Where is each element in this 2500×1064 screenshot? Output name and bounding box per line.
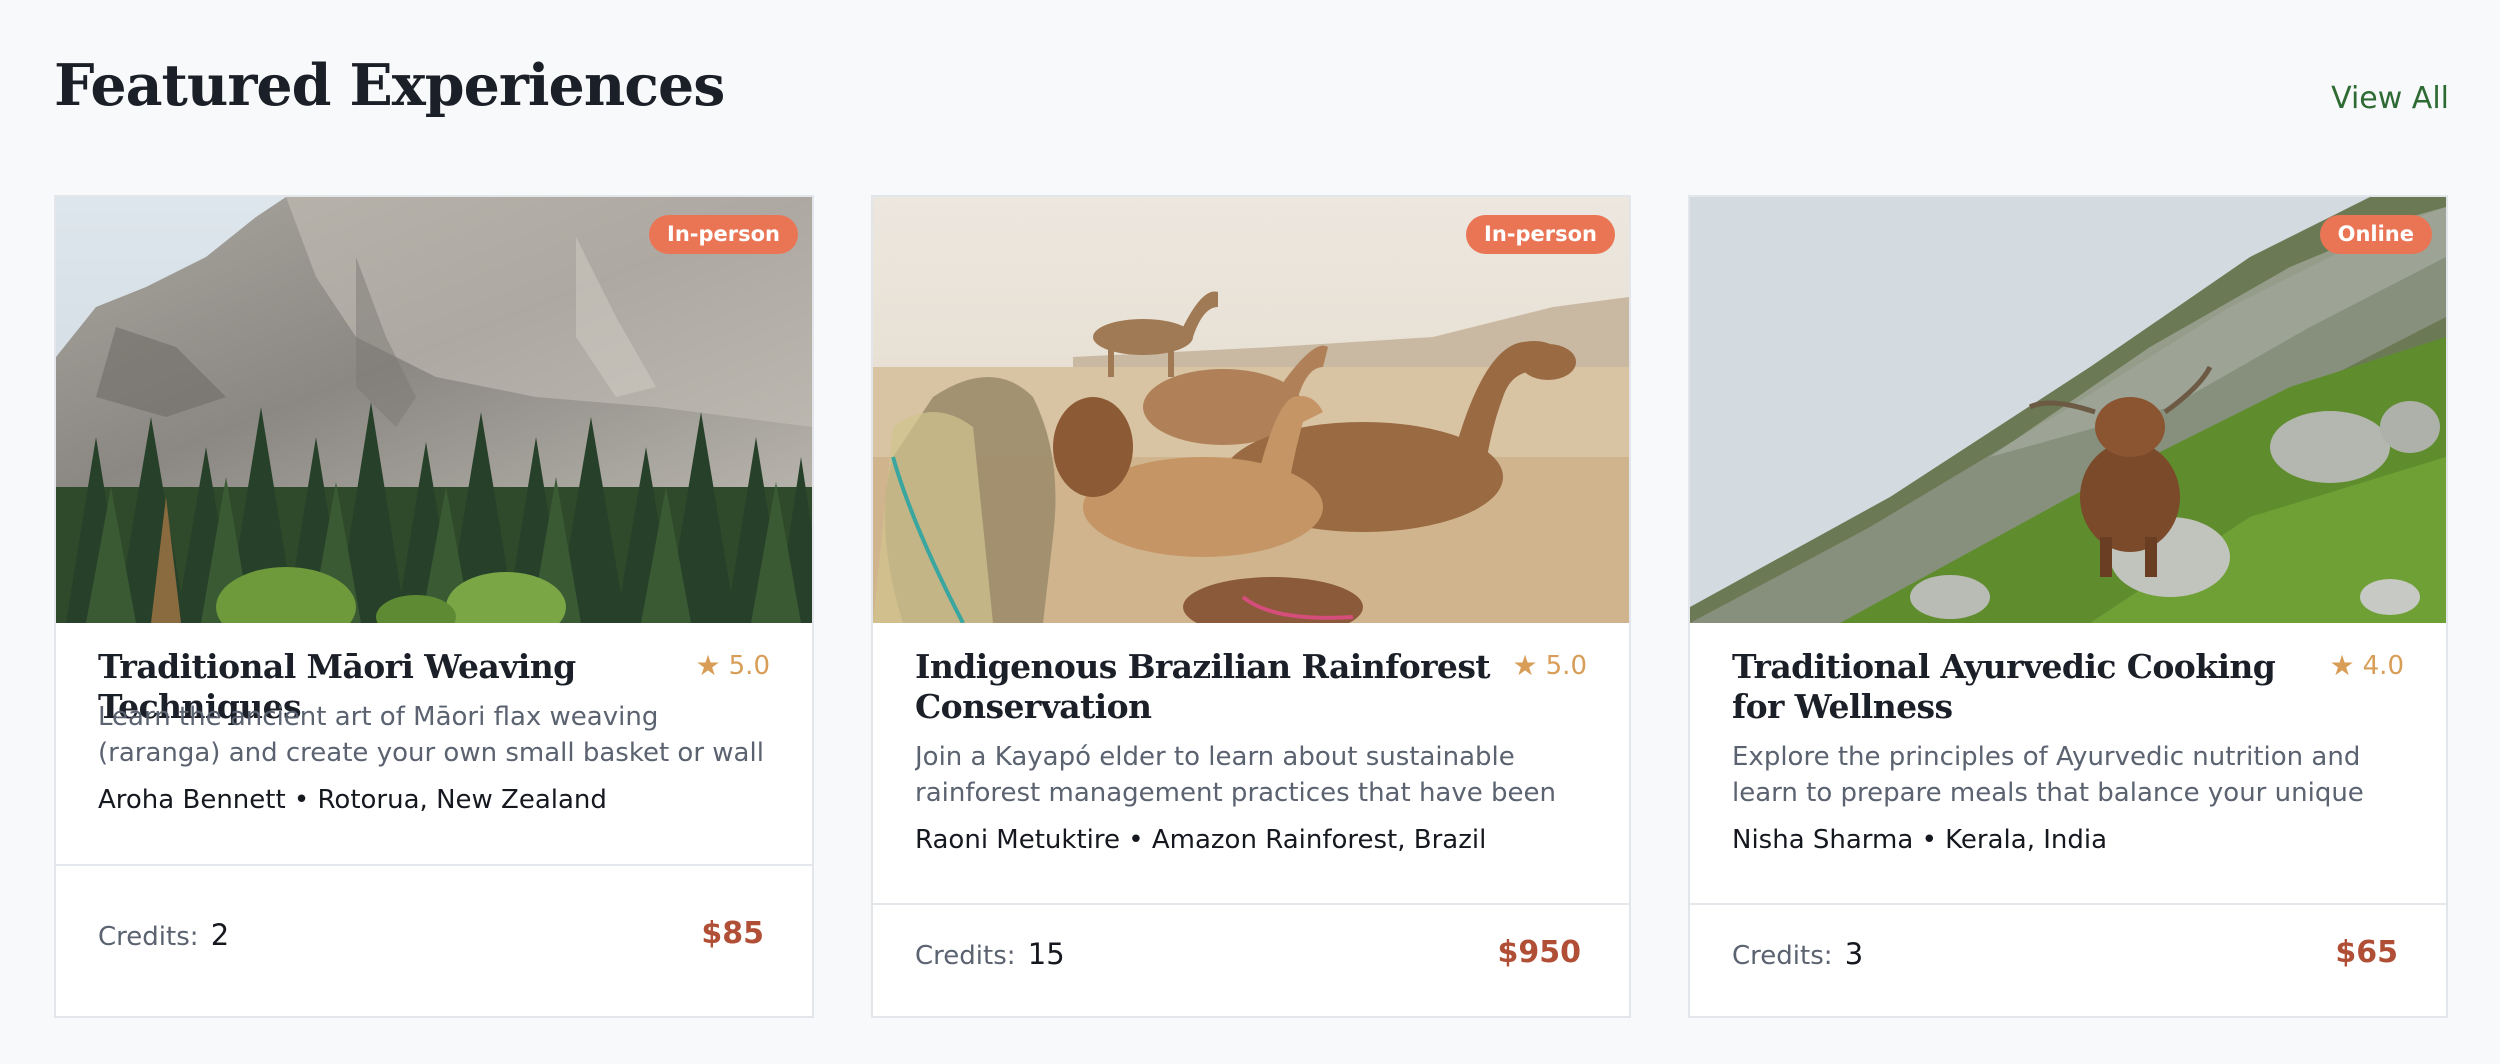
star-icon: ★ <box>695 649 721 682</box>
credits: Credits: 3 <box>1732 937 1863 971</box>
experience-description: Join a Kayapó elder to learn about susta… <box>915 742 1556 808</box>
price: $65 <box>2335 935 2398 970</box>
credits: Credits: 15 <box>915 937 1065 971</box>
section-title: Featured Experiences <box>54 52 725 119</box>
star-icon: ★ <box>1512 649 1538 682</box>
experience-title[interactable]: Indigenous Brazilian Rainforest Conserva… <box>915 647 1505 727</box>
credits: Credits: 2 <box>98 918 229 952</box>
credits-label: Credits: <box>98 922 199 952</box>
experience-card[interactable]: Online Traditional Ayurvedic Cooking for… <box>1688 195 2448 1018</box>
experience-type-badge: Online <box>2319 215 2432 254</box>
card-footer: Credits: 3 $65 <box>1690 903 2446 1016</box>
card-footer: Credits: 15 $950 <box>873 903 1629 1016</box>
featured-experiences-section: Featured Experiences View All In-person … <box>0 0 2500 1064</box>
host-location: Nisha Sharma • Kerala, India <box>1732 825 2108 855</box>
experience-description: Explore the principles of Ayurvedic nutr… <box>1732 742 2364 808</box>
credits-value: 3 <box>1844 937 1864 971</box>
rating-value: 5.0 <box>1545 651 1587 681</box>
experience-cards: In-person Traditional Māori Weaving Tech… <box>54 195 2449 1018</box>
rating: ★ 5.0 <box>1513 651 1587 681</box>
experience-title[interactable]: Traditional Ayurvedic Cooking for Wellne… <box>1732 647 2322 727</box>
price: $950 <box>1497 935 1582 970</box>
card-footer: Credits: 2 $85 <box>56 864 812 1016</box>
credits-label: Credits: <box>1732 941 1833 971</box>
experience-image-highland-cow[interactable] <box>1690 197 2446 623</box>
experience-image-camels-desert[interactable] <box>873 197 1629 623</box>
rating-value: 4.0 <box>2362 651 2404 681</box>
experience-type-badge: In-person <box>649 215 798 254</box>
experience-card[interactable]: In-person Indigenous Brazilian Rainfores… <box>871 195 1631 1018</box>
price: $85 <box>701 916 764 951</box>
credits-value: 15 <box>1027 937 1065 971</box>
host-location: Aroha Bennett • Rotorua, New Zealand <box>98 785 607 815</box>
star-icon: ★ <box>2329 649 2355 682</box>
rating-value: 5.0 <box>728 651 770 681</box>
experience-card[interactable]: In-person Traditional Māori Weaving Tech… <box>54 195 814 1018</box>
host-location: Raoni Metuktire • Amazon Rainforest, Bra… <box>915 825 1487 855</box>
rating: ★ 5.0 <box>696 651 770 681</box>
rating: ★ 4.0 <box>2330 651 2404 681</box>
experience-type-badge: In-person <box>1466 215 1615 254</box>
credits-label: Credits: <box>915 941 1016 971</box>
view-all-link[interactable]: View All <box>2331 84 2449 114</box>
experience-description: Learn the ancient art of Māori flax weav… <box>98 702 764 768</box>
experience-image-mountain-forest[interactable] <box>56 197 812 623</box>
credits-value: 2 <box>210 918 230 952</box>
